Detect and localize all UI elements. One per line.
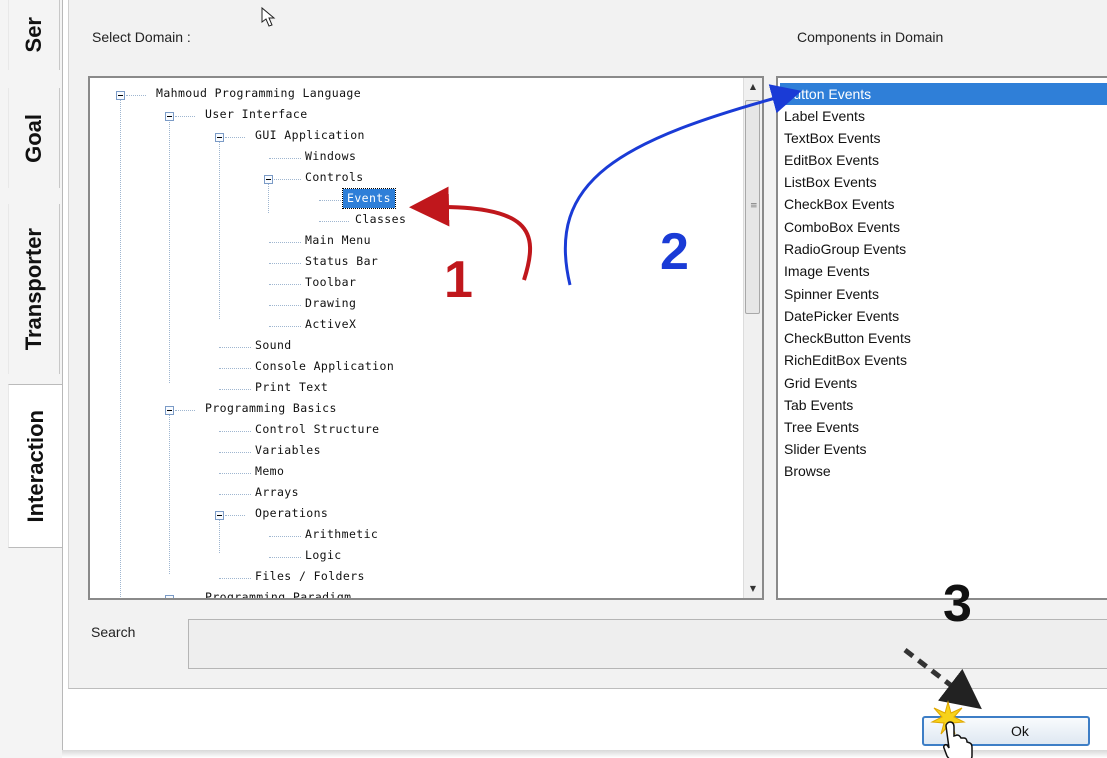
annotation-overlay xyxy=(261,6,982,758)
step-2-annotation: 2 xyxy=(660,223,689,281)
hand-cursor-icon xyxy=(943,721,973,758)
arrow-step1 xyxy=(409,186,533,281)
pointer-cursor-icon xyxy=(261,6,276,27)
arrow-step3 xyxy=(903,648,982,710)
step-3-annotation: 3 xyxy=(943,575,972,633)
step-1-annotation: 1 xyxy=(444,251,473,309)
